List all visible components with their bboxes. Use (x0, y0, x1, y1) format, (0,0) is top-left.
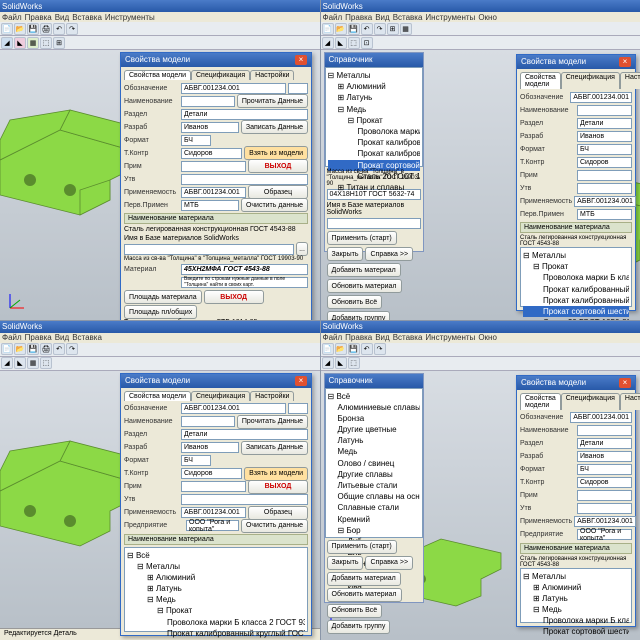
btn-close-ref[interactable]: Закрыть (327, 247, 364, 261)
lbl-fmt: Формат (124, 137, 179, 144)
mat-tree-2[interactable]: ⊟ Металлы ⊟ Прокат Проволока марки Б кла… (520, 247, 632, 307)
close-icon[interactable]: × (295, 55, 307, 65)
menubar: Файл Правка Вид Вставка Инструменты (0, 12, 320, 22)
inp-mat1[interactable]: 45ХН2МФА ГОСТ 4543-88 (181, 264, 308, 275)
lbl-designation: Обозначение (124, 85, 179, 92)
menu-file[interactable]: Файл (2, 13, 22, 22)
override-lbl: Масса из св-ва "Толщина" в "Толщина_мета… (124, 256, 308, 262)
tb-b[interactable]: ◣ (14, 37, 26, 49)
tool-new[interactable]: 📄 (1, 23, 13, 35)
inp-apply[interactable]: АБВГ.001234.001 (181, 187, 246, 198)
axis-triad-icon (6, 288, 30, 312)
pane-tl: SolidWorks Файл Правка Вид Вставка Инстр… (0, 0, 320, 320)
inp-dev[interactable]: Иванов (181, 122, 239, 133)
btn-obraz[interactable]: Образец (248, 185, 308, 199)
tool-print[interactable]: 🖨 (40, 23, 52, 35)
tab-props[interactable]: Свойства модели (124, 70, 191, 80)
btn-read[interactable]: Прочитать Данные (237, 94, 308, 108)
tb-e[interactable]: ⊞ (53, 37, 65, 49)
inp-name[interactable] (181, 96, 235, 107)
btn-add-mat[interactable]: Добавить материал (327, 263, 401, 277)
btn-help[interactable]: Справка >> (365, 247, 413, 261)
lbl-dev: Разраб (124, 124, 179, 131)
pane-br: SolidWorks ФайлПравкаВидВставкаИнструмен… (321, 321, 640, 640)
inp-fmt[interactable]: БЧ (181, 135, 211, 146)
menu-insert[interactable]: Вставка (72, 13, 102, 22)
pane-tr: SolidWorks ФайлПравкаВидВставкаИнструмен… (321, 0, 640, 320)
techreq: Технические требования по СТБ 1014-95 (124, 319, 308, 320)
btn-mat-pick[interactable]: Площадь пл/общих (124, 305, 197, 319)
inp-section[interactable]: Детали (181, 109, 308, 120)
btn-write[interactable]: Записать Данные (241, 120, 308, 134)
dialog-titlebar[interactable]: Свойства модели× (121, 53, 311, 67)
inp-matdb[interactable] (124, 244, 294, 255)
inp-note[interactable] (181, 161, 246, 172)
tool-redo[interactable]: ↷ (66, 23, 78, 35)
tool-open[interactable]: 📂 (14, 23, 26, 35)
viewport: Свойства модели× Свойства модели Специфи… (0, 50, 320, 320)
close-icon[interactable]: × (619, 57, 631, 67)
titlebar: SolidWorks (0, 0, 320, 12)
close-icon[interactable]: × (619, 378, 631, 388)
btn-apply-mat[interactable]: Применить (старт) (327, 231, 397, 245)
inp-org[interactable]: ООО "Рога и копыта" (186, 520, 239, 531)
tool-save[interactable]: 💾 (27, 23, 39, 35)
lbl-perv: Перв.Примен (124, 202, 179, 209)
btn-pick[interactable]: Взять из модели (244, 146, 308, 160)
props-dialog-2: Свойства модели× Свойства моделиСпецифик… (516, 54, 636, 311)
mat-db-lbl: Имя в Базе материалов SolidWorks (124, 235, 308, 242)
close-icon[interactable]: × (295, 376, 307, 386)
tab-settings[interactable]: Настройки (250, 70, 294, 80)
inp-perv[interactable]: МТБ (181, 200, 239, 211)
btn-upd-all[interactable]: Обновить Всё (327, 295, 383, 309)
inp-selected-mat[interactable]: 04Х18Н10Т ГОСТ 5632-74 (327, 189, 421, 200)
tool-undo[interactable]: ↶ (53, 23, 65, 35)
tb-c[interactable]: ▦ (27, 37, 39, 49)
material-tree[interactable]: ⊟ Металлы ⊞ Алюминий ⊞ Латунь ⊟ Медь ⊟ П… (325, 67, 423, 167)
lbl-chk: Т.Контр (124, 150, 179, 157)
lbl-app: Утв (124, 176, 179, 183)
lbl-apply: Применяемость (124, 189, 179, 196)
btn-exit2[interactable]: ВЫХОД (204, 290, 264, 304)
btn-add-grp[interactable]: Добавить группу (327, 311, 391, 320)
ref-panel-2: Справочник ⊟ Всё Алюминиевые сплавы Брон… (324, 373, 424, 603)
btn-clear[interactable]: Очистить данные (241, 198, 308, 212)
mat-section: Наименование материала (124, 213, 308, 224)
props-dialog: Свойства модели× Свойства модели Специфи… (120, 52, 312, 320)
menu-tools[interactable]: Инструменты (105, 13, 155, 22)
toolbar-main: 📄 📂 💾 🖨 ↶ ↷ (0, 22, 320, 36)
btn-exit[interactable]: ВЫХОД (248, 159, 308, 173)
lbl-note: Прим (124, 163, 179, 170)
menu-edit[interactable]: Правка (25, 13, 52, 22)
btn-matpick[interactable]: ... (296, 242, 308, 256)
mat-tree-3[interactable]: ⊟ Всё ⊟ Металлы ⊞ Алюминий ⊞ Латунь ⊟ Ме… (124, 547, 308, 632)
inp-app[interactable] (181, 174, 308, 185)
inp-mat2[interactable]: Введите по строкам нужные данные в поле … (181, 277, 308, 288)
toolbar-2: ◢ ◣ ▦ ⬚ ⊞ (0, 36, 320, 50)
props-dialog-4: Свойства модели× Свойства моделиСпецифик… (516, 375, 636, 627)
lbl-mat: Материал (124, 266, 179, 273)
tabs: Свойства модели Спецификация Настройки (124, 70, 308, 80)
menu-view[interactable]: Вид (55, 13, 69, 22)
lbl-name: Наименование (124, 98, 179, 105)
inp-designation[interactable]: АБВГ.001234.001 (181, 83, 286, 94)
mat-hint: Сталь легированная конструкционная ГОСТ … (124, 226, 308, 233)
ref-panel: Справочник ⊟ Металлы ⊞ Алюминий ⊞ Латунь… (324, 52, 424, 252)
lbl-section: Раздел (124, 111, 179, 118)
props-dialog-3: Свойства модели× Свойства моделиСпецифик… (120, 373, 312, 636)
tb-a[interactable]: ◢ (1, 37, 13, 49)
pane-bl: SolidWorks ФайлПравкаВидВставка 📄📂💾🖨↶↷ ◢… (0, 321, 320, 640)
tab-spec[interactable]: Спецификация (191, 70, 250, 80)
tb-d[interactable]: ⬚ (40, 37, 52, 49)
inp-chk[interactable]: Сидоров (181, 148, 242, 159)
material-tree-2[interactable]: ⊟ Всё Алюминиевые сплавы Бронза Другие ц… (325, 388, 423, 538)
inp-rev[interactable] (288, 83, 308, 94)
btn-upd-mat[interactable]: Обновить материал (327, 279, 402, 293)
btn-mat-calc[interactable]: Площадь материала (124, 290, 202, 304)
